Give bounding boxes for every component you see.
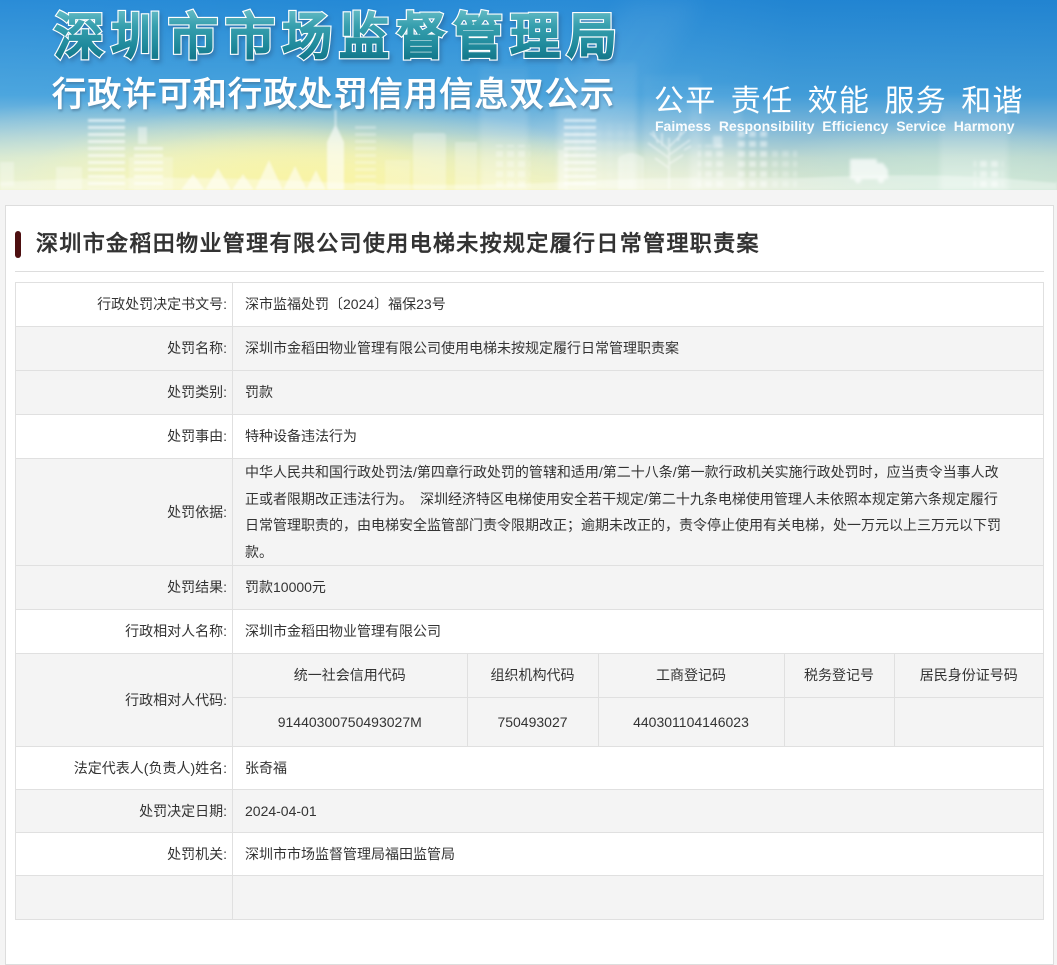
svg-text:Faimess Responsibility Effic: Faimess Responsibility Efficiency Servic… <box>655 118 1015 134</box>
svg-text:公平 责任 效能 服务 和谐: 公平 责任 效能 服务 和谐 <box>654 85 1024 118</box>
svg-text:深圳市市场监督管理局: 深圳市市场监督管理局 <box>54 9 624 65</box>
svg-text:行政许可和行政处罚信用信息双公示: 行政许可和行政处罚信用信息双公示 <box>52 75 615 114</box>
